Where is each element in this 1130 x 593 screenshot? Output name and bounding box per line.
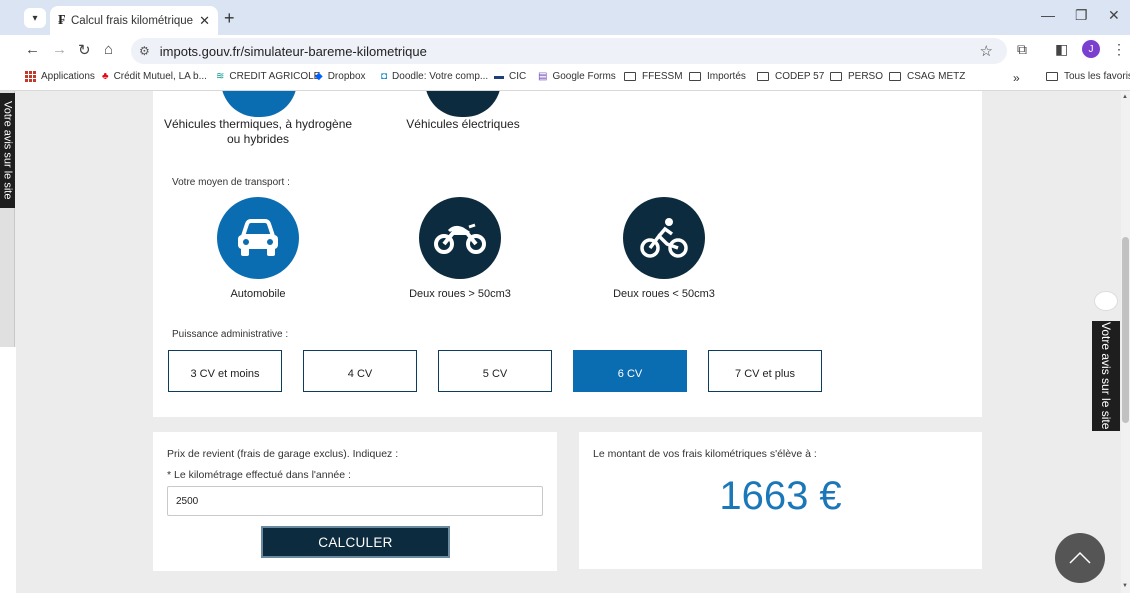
bookmark-google-forms[interactable]: ▤ Google Forms [538,71,616,82]
new-tab-button[interactable]: + [224,8,235,29]
doodle-icon: ◘ [381,71,388,82]
browser-menu-icon[interactable]: ⋮ [1112,41,1126,58]
result-label: Le montant de vos frais kilométriques s'… [593,448,817,460]
feedback-tab[interactable]: Votre avis sur le site [1092,321,1120,431]
power-label: Puissance administrative : [172,329,289,340]
vehicle-type-electric-label[interactable]: Véhicules électriques [389,117,537,132]
bookmark-star-icon[interactable]: ☆ [980,42,993,60]
site-settings-icon[interactable]: ⚙ [139,44,150,58]
power-option-5cv[interactable]: 5 CV [438,350,552,392]
scroll-to-top-button[interactable] [1055,533,1105,583]
browser-toolbar: ← → ↻ ⌂ ⚙ impots.gouv.fr/simulateur-bare… [0,35,1130,65]
close-tab-icon[interactable]: ✕ [199,13,210,29]
bookmark-perso[interactable]: PERSO [830,71,883,82]
electric-vehicle-icon[interactable] [425,91,501,117]
folder-icon [624,72,636,81]
cost-price-label: Prix de revient (frais de garage exclus)… [167,448,399,460]
window-close-icon[interactable]: ✕ [1108,7,1120,24]
power-option-6cv[interactable]: 6 CV [573,350,687,392]
extensions-icon[interactable]: ⧉ [1017,41,1027,58]
dropbox-icon: ◆ [315,71,323,82]
all-bookmarks-folder[interactable]: Tous les favoris [1046,71,1130,82]
folder-icon [757,72,769,81]
calculate-button[interactable]: CALCULER [261,526,450,558]
left-blank-area [0,347,16,593]
vehicle-type-thermal-label[interactable]: Véhicules thermiques, à hydrogène ou hyb… [163,117,353,147]
transport-option-bicycle[interactable]: Deux roues < 50cm3 [579,197,749,300]
bookmark-doodle[interactable]: ◘ Doodle: Votre comp... [381,71,488,82]
bicycle-icon [623,197,705,279]
apps-grid-icon [25,71,36,82]
scroll-down-arrow-icon[interactable]: ▼ [1122,583,1128,589]
power-option-7cv[interactable]: 7 CV et plus [708,350,822,392]
tab-search-button[interactable]: ▾ [24,8,46,28]
bookmark-applications[interactable]: Applications [25,71,95,82]
scroll-up-arrow-icon[interactable]: ▲ [1122,94,1128,100]
minimize-icon[interactable]: — [1041,7,1055,23]
motorbike-icon [419,197,501,279]
side-panel-icon[interactable]: ◧ [1055,41,1068,58]
url-text: impots.gouv.fr/simulateur-bareme-kilomet… [159,43,427,59]
address-bar[interactable]: ⚙ impots.gouv.fr/simulateur-bareme-kilom… [131,38,1007,64]
bookmark-credit-agricole[interactable]: ≋ CREDIT AGRICOLE [216,71,320,82]
bookmark-codep-57[interactable]: CODEP 57 [757,71,824,82]
back-icon[interactable]: ← [25,41,40,58]
bookmark-ffessm[interactable]: FFESSM [624,71,683,82]
result-amount: 1663 € [719,474,842,518]
folder-icon [689,72,701,81]
profile-avatar[interactable]: J [1082,40,1100,58]
transport-motorbike-label: Deux roues > 50cm3 [409,288,511,300]
thermal-vehicle-icon[interactable] [221,91,297,117]
page-content: Votre avis sur le site Véhicules thermiq… [0,91,1130,593]
transport-label: Votre moyen de transport : [172,177,290,188]
folder-icon [889,72,901,81]
forward-icon[interactable]: → [52,41,67,58]
site-favicon-icon: ₣ [58,12,65,28]
credit-agricole-icon: ≋ [216,71,225,82]
transport-automobile-label: Automobile [230,288,286,300]
power-option-3cv[interactable]: 3 CV et moins [168,350,282,392]
folder-icon [1046,72,1058,81]
mileage-form-panel: Prix de revient (frais de garage exclus)… [153,432,557,571]
transport-bicycle-label: Deux roues < 50cm3 [613,288,715,300]
tab-bar: ▾ ₣ Calcul frais kilométrique | impo ✕ +… [0,0,1130,35]
credit-mutuel-icon: ♣ [102,71,109,82]
bookmark-csag-metz[interactable]: CSAG METZ [889,71,965,82]
cic-icon: ▬ [494,71,504,82]
reload-icon[interactable]: ↻ [78,41,91,59]
home-icon[interactable]: ⌂ [104,41,113,58]
bookmark-credit-mutuel[interactable]: ♣ Crédit Mutuel, LA b... [102,71,207,82]
result-panel: Le montant de vos frais kilométriques s'… [579,432,982,569]
mileage-input[interactable] [167,486,543,516]
car-icon [217,197,299,279]
chat-bubble-icon[interactable] [1094,291,1118,311]
tab-title: Calcul frais kilométrique | impo [71,14,194,27]
transport-option-motorbike[interactable]: Deux roues > 50cm3 [375,197,545,300]
page-scrollbar[interactable]: ▲ ▼ [1121,91,1130,593]
bookmarks-bar: Applications ♣ Crédit Mutuel, LA b... ≋ … [0,65,1130,91]
google-forms-icon: ▤ [538,71,548,82]
maximize-icon[interactable]: ❐ [1075,7,1088,24]
power-option-4cv[interactable]: 4 CV [303,350,417,392]
browser-tab[interactable]: ₣ Calcul frais kilométrique | impo ✕ [50,6,218,35]
left-feedback-tab[interactable]: Votre avis sur le site [0,93,15,208]
scroll-thumb[interactable] [1122,237,1129,423]
more-bookmarks-button[interactable]: » [1013,71,1020,85]
bookmark-dropbox[interactable]: ◆ Dropbox [315,71,366,82]
bookmark-cic[interactable]: ▬ CIC [494,71,526,82]
folder-icon [830,72,842,81]
bookmark-importes[interactable]: Importés [689,71,746,82]
chevron-up-icon [1069,551,1091,564]
transport-option-automobile[interactable]: Automobile [173,197,343,300]
mileage-label: * Le kilométrage effectué dans l'année : [167,469,351,481]
